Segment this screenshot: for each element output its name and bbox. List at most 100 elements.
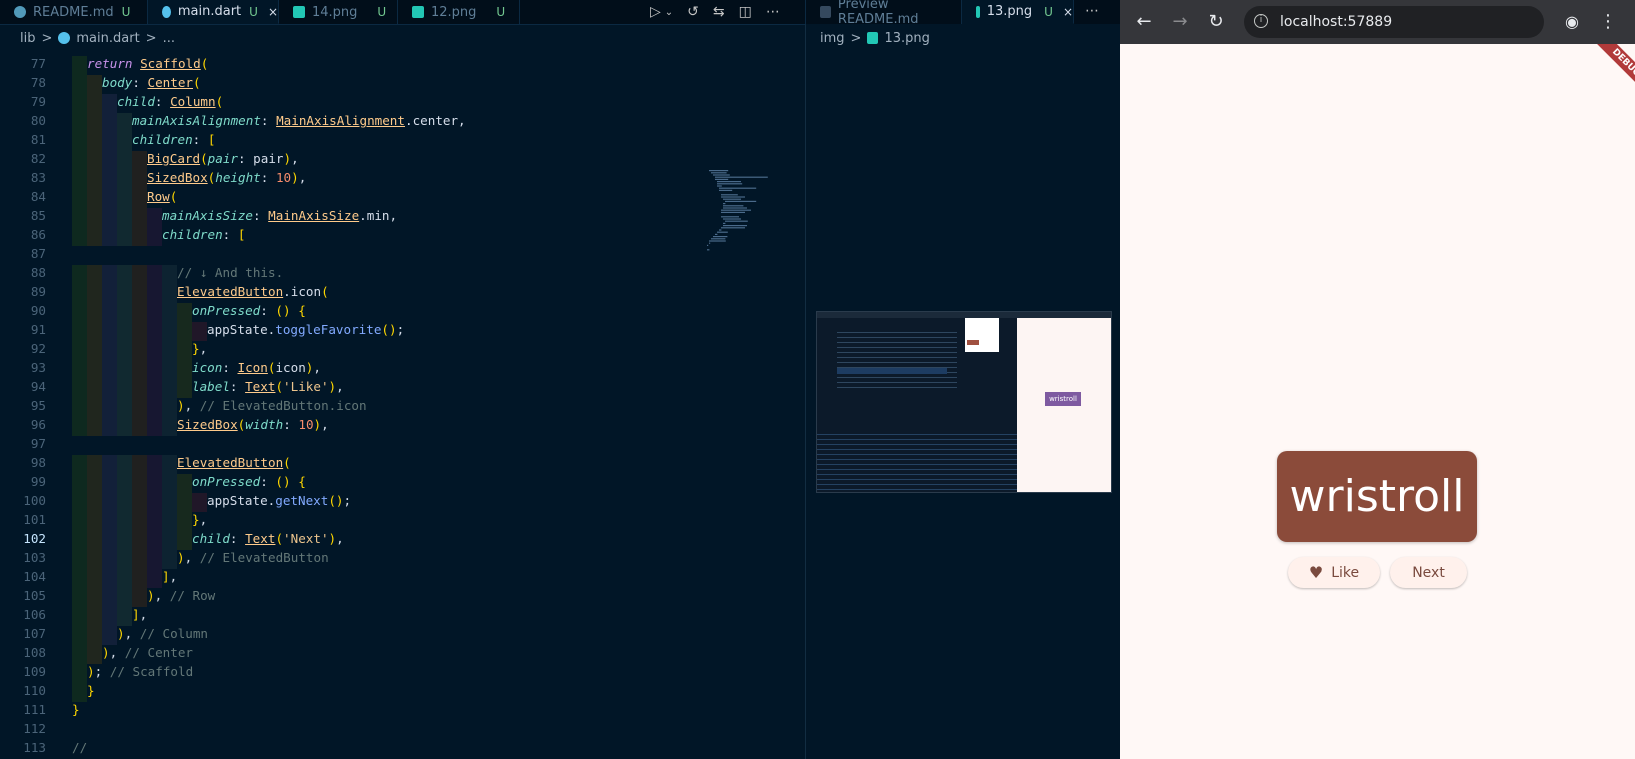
indent-guide: [132, 531, 147, 550]
indent-guide: [132, 512, 147, 531]
minimap-line: [715, 178, 729, 180]
indent-guide: [87, 94, 102, 113]
code-line[interactable]: mainAxisAlignment: MainAxisAlignment.cen…: [132, 113, 466, 128]
minimap-line: [725, 200, 757, 202]
menu-icon[interactable]: ⋮: [1596, 10, 1620, 34]
editor-tab-bar: README.md U main.dart U × 14.png U 12.pn…: [0, 0, 1120, 27]
minimap[interactable]: [705, 50, 790, 430]
more-icon[interactable]: ⋯: [1085, 0, 1099, 24]
code-line[interactable]: },: [192, 341, 207, 356]
indent-guide: [102, 588, 117, 607]
code-line[interactable]: children: [: [132, 132, 215, 147]
indent-guide: [147, 227, 162, 246]
tab-preview-readme[interactable]: Preview README.md: [805, 0, 962, 27]
breadcrumb-symbol[interactable]: ...: [163, 31, 175, 46]
indent-guide: [87, 322, 102, 341]
indent-guide: [162, 398, 177, 417]
code-line[interactable]: ],: [162, 569, 177, 584]
code-line[interactable]: SizedBox(width: 10),: [177, 417, 329, 432]
line-number: 102: [23, 531, 46, 546]
code-line[interactable]: ), // ElevatedButton.icon: [177, 398, 367, 413]
chevron-down-icon[interactable]: ⌄: [665, 7, 673, 18]
tab-14-png[interactable]: 14.png U: [279, 0, 398, 24]
code-line[interactable]: ],: [132, 607, 147, 622]
like-button[interactable]: ♥ Like: [1288, 557, 1380, 588]
back-icon[interactable]: ←: [1132, 10, 1156, 34]
history-icon[interactable]: ↺: [687, 4, 699, 20]
code-line[interactable]: ElevatedButton(: [177, 455, 291, 470]
code-line[interactable]: SizedBox(height: 10),: [147, 170, 306, 185]
indent-guide: [132, 550, 147, 569]
code-line[interactable]: child: Text('Next'),: [192, 531, 344, 546]
code-line[interactable]: ), // ElevatedButton: [177, 550, 329, 565]
compare-icon[interactable]: ⇆: [713, 4, 725, 20]
address-bar[interactable]: i localhost:57889 ☆: [1244, 6, 1544, 38]
indent-guide: [147, 531, 162, 550]
split-editor-icon[interactable]: ◫: [739, 4, 752, 20]
indent-guide: [117, 208, 132, 227]
code-line[interactable]: body: Center(: [102, 75, 201, 90]
code-line[interactable]: label: Text('Like'),: [192, 379, 344, 394]
minimap-line: [717, 181, 741, 183]
code-line[interactable]: ), // Row: [147, 588, 215, 603]
code-line[interactable]: return Scaffold(: [87, 56, 208, 71]
code-line[interactable]: ); // Scaffold: [87, 664, 193, 679]
code-line[interactable]: // ↓ And this.: [177, 265, 283, 280]
dart-file-icon: [162, 5, 171, 18]
code-line[interactable]: }: [87, 683, 95, 698]
debug-banner-wrap: DEBUG: [1565, 44, 1635, 114]
tab-main-dart[interactable]: main.dart U ×: [148, 0, 279, 24]
indent-guide: [132, 322, 147, 341]
site-info-icon[interactable]: i: [1254, 14, 1268, 28]
code-line[interactable]: appState.getNext();: [207, 493, 351, 508]
next-button[interactable]: Next: [1390, 557, 1467, 588]
run-debug-icon[interactable]: ▷: [650, 4, 661, 20]
tab-12-png[interactable]: 12.png U: [398, 0, 520, 24]
code-line[interactable]: child: Column(: [117, 94, 223, 109]
code-line[interactable]: },: [192, 512, 207, 527]
indent-guide: [147, 303, 162, 322]
indent-guide: [102, 417, 117, 436]
vscode-window: README.md U main.dart U × 14.png U 12.pn…: [0, 0, 1120, 759]
indent-guide: [177, 474, 192, 493]
code-line[interactable]: ), // Column: [117, 626, 208, 641]
more-icon[interactable]: ⋯: [766, 4, 780, 20]
breadcrumb-file[interactable]: 13.png: [884, 31, 929, 46]
code-line[interactable]: ), // Center: [102, 645, 193, 660]
close-icon[interactable]: ×: [1063, 5, 1073, 19]
code-line[interactable]: }: [72, 702, 80, 717]
profile-icon[interactable]: ◉: [1560, 10, 1584, 34]
code-line[interactable]: ElevatedButton.icon(: [177, 284, 329, 299]
indent-guide: [102, 398, 117, 417]
code-line[interactable]: //: [72, 740, 87, 755]
code-line[interactable]: children: [: [162, 227, 245, 242]
code-line[interactable]: BigCard(pair: pair),: [147, 151, 299, 166]
chevron-right-icon: >: [850, 30, 862, 46]
breadcrumb-folder[interactable]: lib: [20, 31, 35, 46]
indent-guide: [132, 208, 147, 227]
indent-guide: [72, 569, 87, 588]
code-line[interactable]: Row(: [147, 189, 177, 204]
breadcrumb-file[interactable]: main.dart: [76, 31, 139, 46]
code-line[interactable]: mainAxisSize: MainAxisSize.min,: [162, 208, 397, 223]
code-line[interactable]: appState.toggleFavorite();: [207, 322, 404, 337]
indent-guide: [72, 531, 87, 550]
reload-icon[interactable]: ↻: [1204, 10, 1228, 34]
tab-13-png[interactable]: 13.png U ×: [962, 0, 1074, 24]
code-line[interactable]: onPressed: () {: [192, 303, 306, 318]
close-icon[interactable]: ×: [268, 5, 278, 19]
code-line[interactable]: icon: Icon(icon),: [192, 360, 321, 375]
tab-readme[interactable]: README.md U: [0, 0, 148, 24]
breadcrumb-folder[interactable]: img: [820, 31, 845, 46]
forward-icon[interactable]: →: [1168, 10, 1192, 34]
indent-guide: [132, 284, 147, 303]
code-line[interactable]: onPressed: () {: [192, 474, 306, 489]
indent-guide: [87, 474, 102, 493]
untracked-badge: U: [121, 5, 131, 19]
indent-guide: [102, 284, 117, 303]
code-editor[interactable]: 77 return Scaffold(78 body: Center(79 child…: [0, 50, 805, 759]
line-number: 77: [30, 56, 46, 71]
line-number: 79: [30, 94, 46, 109]
indent-guide: [132, 379, 147, 398]
line-number: 82: [30, 151, 46, 166]
